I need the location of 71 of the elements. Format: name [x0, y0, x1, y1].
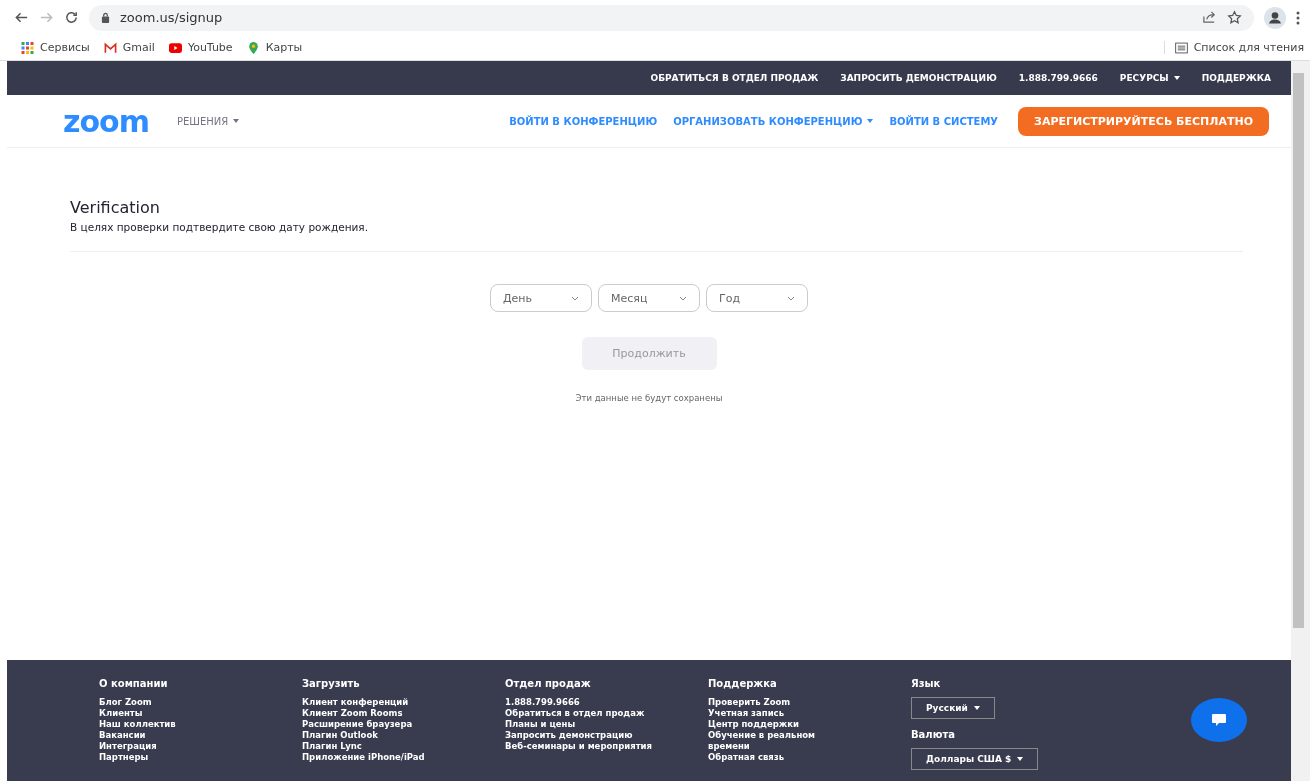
footer-link[interactable]: Клиент Zoom Rooms: [302, 708, 452, 719]
footer-link[interactable]: Обучение в реальном времени: [708, 730, 858, 752]
bookmark[interactable]: Карты: [246, 41, 303, 54]
chevron-icon: [787, 295, 795, 301]
chevron-icon: [571, 295, 579, 301]
chevron-icon: [679, 295, 687, 301]
footer-link[interactable]: Плагин Outlook: [302, 730, 452, 741]
bookmark[interactable]: YouTube: [168, 41, 233, 54]
lock-icon: [101, 12, 110, 23]
caret-icon: [973, 706, 980, 710]
apps-grid-icon: [21, 41, 34, 54]
reload-icon[interactable]: [64, 10, 79, 25]
footer-link[interactable]: Клиенты: [99, 708, 249, 719]
footer-link[interactable]: Обратиться в отдел продаж: [505, 708, 655, 719]
footer-heading: Язык: [911, 678, 942, 689]
footer-heading: О компании: [99, 678, 169, 689]
footer-link[interactable]: Блог Zoom: [99, 697, 249, 708]
footer-link[interactable]: Приложение iPhone/iPad: [302, 752, 452, 763]
top-bar-link[interactable]: 1.888.799.9666: [1018, 73, 1098, 83]
chat-button[interactable]: [1191, 698, 1247, 742]
footer-link[interactable]: Центр поддержки: [708, 719, 858, 730]
date-select[interactable]: Год: [706, 284, 808, 312]
bookmark[interactable]: Сервисы: [21, 41, 90, 54]
footer-link[interactable]: Расширение браузера: [302, 719, 452, 730]
url-text: zoom.us/signup: [120, 10, 223, 25]
top-bar-link[interactable]: ОБРАТИТЬСЯ В ОТДЕЛ ПРОДАЖ: [650, 73, 819, 83]
chat-icon: [1211, 713, 1227, 727]
footer-heading: Валюта: [911, 729, 956, 740]
profile-icon[interactable]: [1264, 6, 1286, 29]
footer-link[interactable]: Проверить Zoom: [708, 697, 858, 708]
play-icon: [168, 41, 182, 54]
currency-select[interactable]: Доллары США $: [911, 748, 1039, 770]
footer-link[interactable]: Вакансии: [99, 730, 249, 741]
list-icon: [1174, 41, 1188, 54]
footer-link[interactable]: Учетная запись: [708, 708, 858, 719]
footer-heading: Загрузить: [302, 678, 361, 689]
caret-icon: [1173, 76, 1180, 80]
solutions-menu[interactable]: РЕШЕНИЯ: [176, 115, 240, 127]
footer-link[interactable]: Плагин Lync: [302, 741, 452, 752]
language-select[interactable]: Русский: [911, 697, 995, 719]
page-subtitle: В целях проверки подтвердите свою дату рождения.: [70, 221, 1243, 252]
top-bar-link[interactable]: ЗАПРОСИТЬ ДЕМОНСТРАЦИЮ: [840, 73, 997, 83]
footer-link[interactable]: Партнеры: [99, 752, 249, 763]
reading-list-button[interactable]: Список для чтения: [1163, 41, 1304, 54]
caret-icon: [867, 119, 874, 123]
star-icon[interactable]: [1227, 10, 1242, 25]
footer-link[interactable]: Клиент конференций: [302, 697, 452, 708]
date-select[interactable]: Месяц: [598, 284, 700, 312]
caret-icon: [233, 119, 240, 123]
footer-link[interactable]: Наш коллектив: [99, 719, 249, 730]
top-bar-link[interactable]: РЕСУРСЫ: [1119, 73, 1180, 83]
address-bar[interactable]: zoom.us/signup: [89, 4, 1254, 31]
footer-link[interactable]: Планы и цены: [505, 719, 655, 730]
menu-icon[interactable]: [1296, 9, 1300, 26]
mail-icon: [103, 41, 117, 54]
footer-link[interactable]: 1.888.799.9666: [505, 697, 655, 708]
footer-link[interactable]: Обратная связь: [708, 752, 858, 763]
page-title: Verification: [70, 198, 160, 217]
map-pin-icon: [246, 41, 260, 54]
footer-heading: Отдел продаж: [505, 678, 592, 689]
caret-icon: [1017, 757, 1024, 761]
bookmark[interactable]: Gmail: [103, 41, 155, 54]
date-select[interactable]: День: [490, 284, 592, 312]
privacy-note: Эти данные не будут сохранены: [575, 393, 723, 403]
footer-heading: Поддержка: [708, 678, 778, 689]
back-icon[interactable]: [14, 10, 29, 25]
footer-link[interactable]: Запросить демонстрацию: [505, 730, 655, 741]
share-icon[interactable]: [1202, 10, 1217, 25]
footer-link[interactable]: Веб-семинары и мероприятия: [505, 741, 655, 752]
footer-link[interactable]: Интеграция: [99, 741, 249, 752]
top-bar-link[interactable]: ПОДДЕРЖКА: [1201, 73, 1271, 83]
